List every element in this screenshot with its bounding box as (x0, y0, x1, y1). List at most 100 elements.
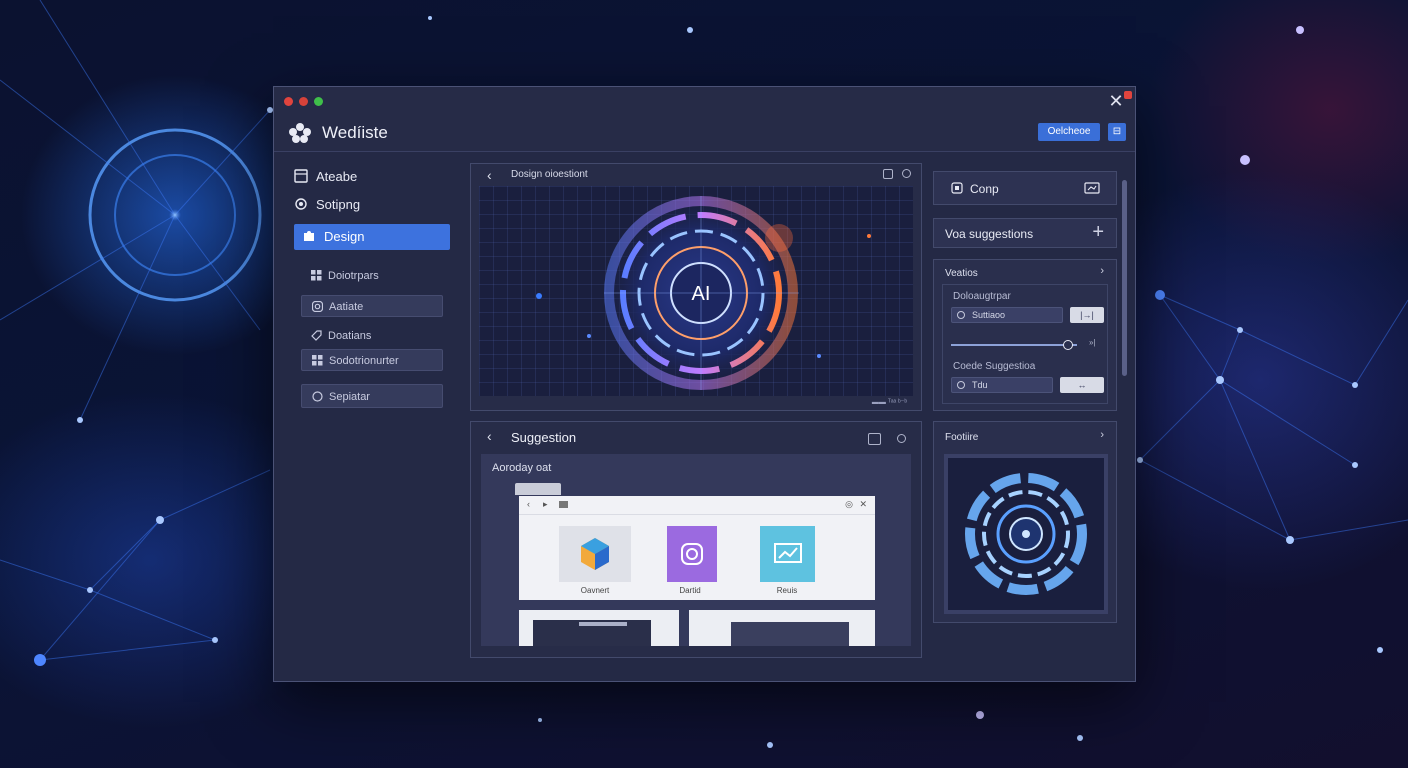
variants-panel: Veatios › Doloaugtrpar Suttiaoo |→| »| C… (933, 259, 1117, 411)
title-bar: ✕ (274, 87, 1135, 116)
suggestions-row[interactable]: Voa suggestions + (933, 218, 1117, 248)
puzzle-icon (304, 231, 314, 241)
suggestion-content: Aoroday oat ‹ ▸ ◎ ✕ Oavnert Dartid Reuis (481, 454, 911, 646)
sidebar-item-label: Design (324, 229, 365, 244)
chevron-right-icon[interactable]: › (1100, 265, 1104, 277)
suggestion-thumbnail-2[interactable] (689, 610, 875, 646)
play-icon[interactable]: ▸ (543, 499, 548, 510)
close-icon[interactable]: ✕ (1107, 92, 1125, 110)
ai-label: AI (692, 283, 711, 305)
hexagon-icon (581, 538, 609, 570)
sidebar-subitem-4[interactable]: Sodotrionurter (301, 349, 443, 371)
notification-badge (1124, 91, 1132, 99)
variants-body: Doloaugtrpar Suttiaoo |→| »| Coede Sugge… (942, 284, 1108, 404)
panel-title: Suggestion (511, 430, 577, 445)
mini-browser-window[interactable]: ‹ ▸ ◎ ✕ Oavnert Dartid Reuis (519, 496, 875, 600)
lock-icon (951, 182, 963, 194)
field-value: Tdu (972, 380, 988, 390)
radial-graphic (965, 473, 1087, 595)
section-label: Doloaugtrpar (953, 291, 1011, 302)
folder-icon[interactable] (559, 501, 568, 508)
close-icon[interactable]: ✕ (859, 499, 867, 510)
add-icon[interactable]: + (1092, 221, 1104, 244)
suggestion-thumbnail-1[interactable] (519, 610, 679, 646)
preview-footer: ▬▬ ᵀᵃᵃ ᵇ⁻ᵇ (871, 399, 907, 406)
window-icon[interactable] (868, 433, 881, 445)
comp-row[interactable]: Conp (933, 171, 1117, 205)
ai-visual: AI (536, 193, 871, 393)
sidebar-subitem-label: Sodotrionurter (329, 355, 399, 367)
feature-panel: Footiire › (933, 421, 1117, 623)
card-label: Oavnert (580, 586, 610, 595)
window-icon[interactable] (883, 169, 893, 179)
circle-icon (312, 391, 323, 402)
minimize-dot[interactable] (299, 97, 308, 106)
logo-icon (289, 123, 311, 143)
variant-slider-track[interactable] (951, 344, 1077, 346)
sidebar-subitem-label: Sepiatar (329, 391, 370, 403)
camera-icon (681, 543, 703, 565)
variants-title: Veatios (945, 268, 978, 279)
toggle-panel-button[interactable]: ⊟ (1108, 123, 1126, 141)
maximize-dot[interactable] (314, 97, 323, 106)
suggestion-label: Aoroday oat (492, 462, 552, 474)
feature-preview[interactable] (944, 454, 1108, 614)
sidebar-item-ateabe[interactable]: Ateabe (294, 164, 450, 190)
back-icon[interactable]: ‹ (487, 167, 492, 183)
card-label: Dartid (679, 586, 701, 595)
sidebar-subitem-5[interactable]: Sepiatar (301, 384, 443, 408)
sidebar: Ateabe Sotipng Design Doiotrpars Aatiate… (274, 152, 464, 681)
field-value: Suttiaoo (972, 310, 1006, 320)
suggestions-label: Voa suggestions (945, 227, 1034, 241)
chart-icon (774, 543, 802, 563)
section-label: Coede Suggestioa (953, 361, 1036, 372)
refresh-icon[interactable] (897, 434, 906, 443)
grid-icon (311, 270, 322, 281)
settings-icon[interactable]: ◎ (845, 499, 853, 510)
mini-tab[interactable] (515, 483, 561, 495)
suggestion-card-reuis[interactable] (760, 526, 815, 582)
suggestion-card-dartid[interactable] (667, 526, 717, 582)
sidebar-item-design[interactable]: Design (294, 224, 450, 250)
ai-preview-canvas[interactable]: AI (479, 186, 913, 396)
primary-button[interactable]: Oelcheoe (1038, 123, 1100, 141)
gear-icon (295, 198, 307, 210)
image-icon[interactable] (1084, 182, 1100, 194)
grid-icon (312, 355, 323, 366)
code-icon (957, 381, 965, 389)
chevron-right-icon[interactable]: › (1100, 429, 1104, 441)
tag-icon (311, 330, 322, 341)
back-icon[interactable]: ‹ (487, 428, 492, 444)
panel-title: Dosign oioestiont (511, 169, 588, 180)
refresh-icon[interactable] (902, 169, 911, 178)
code-field[interactable]: Tdu (951, 377, 1053, 393)
mini-toolbar: ‹ ▸ ◎ ✕ (519, 496, 875, 515)
sidebar-subitem-3[interactable]: Doatians (301, 325, 443, 347)
sidebar-subitem-2[interactable]: Aatiate (301, 295, 443, 317)
panel-header: ‹ Dosign oioestiont (471, 164, 921, 186)
suggestion-card-overview[interactable] (559, 526, 631, 582)
slider-end-icon[interactable]: »| (1089, 338, 1096, 347)
camera-icon (312, 301, 323, 312)
sidebar-subitem-label: Doiotrpars (328, 270, 379, 282)
app-window: ✕ Wedíiste Oelcheoe ⊟ Ateabe Sotipng Des… (273, 86, 1136, 682)
sidebar-item-label: Sotipng (316, 197, 361, 212)
apply-button[interactable]: |→| (1070, 307, 1104, 323)
slider-handle[interactable] (1062, 340, 1073, 350)
sidebar-item-sotipng[interactable]: Sotipng (294, 192, 450, 218)
close-dot[interactable] (284, 97, 293, 106)
back-icon[interactable]: ‹ (527, 499, 530, 509)
sidebar-subitem-label: Doatians (328, 330, 372, 342)
sidebar-subitem-1[interactable]: Doiotrpars (301, 265, 443, 287)
comp-label: Conp (970, 182, 999, 196)
feature-title: Footiire (945, 432, 979, 443)
app-title: Wedíiste (322, 123, 388, 142)
design-preview-panel: ‹ Dosign oioestiont AI ▬▬ ᵀᵃᵃ ᵇ⁻ᵇ (470, 163, 922, 411)
card-label: Reuis (776, 586, 798, 595)
shield-icon (957, 311, 965, 319)
app-header: Wedíiste Oelcheoe ⊟ (274, 115, 1135, 152)
scrollbar[interactable] (1122, 180, 1127, 376)
sidebar-item-label: Ateabe (316, 169, 358, 184)
expand-button[interactable]: ↔ (1060, 377, 1104, 393)
variant-field[interactable]: Suttiaoo (951, 307, 1063, 323)
